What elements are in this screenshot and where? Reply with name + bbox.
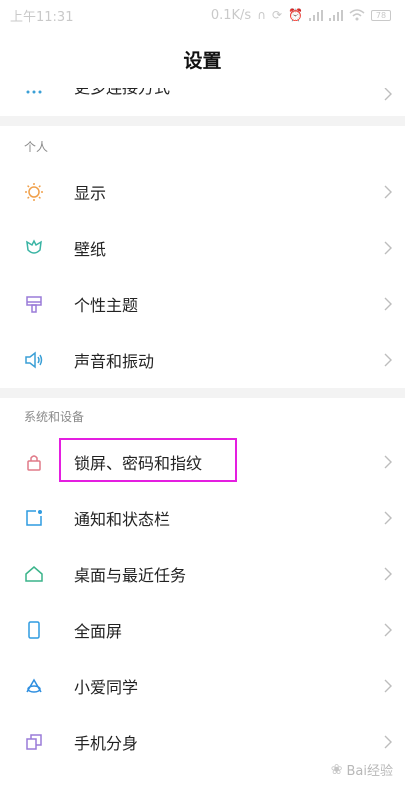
theme-brush-icon — [24, 294, 44, 314]
chevron-right-icon — [381, 452, 395, 472]
settings-item-label: 全面屏 — [74, 622, 123, 641]
chevron-right-icon — [381, 676, 395, 696]
status-icons: 0.1K/s ∩ ⟳ ⏰ 78 — [211, 8, 391, 23]
watermark: ❀ Bai经验 — [330, 760, 394, 780]
section-header-system: 系统和设备 — [24, 410, 85, 424]
chevron-right-icon — [381, 294, 395, 314]
chevron-right-icon — [381, 508, 395, 528]
chevron-right-icon — [381, 350, 395, 370]
watermark-text: Bai经验 — [346, 764, 394, 779]
chevron-right-icon — [381, 182, 395, 202]
home-icon — [24, 564, 44, 584]
settings-item-label: 通知和状态栏 — [74, 510, 171, 529]
speaker-icon — [24, 350, 44, 370]
page-title: 设置 — [183, 49, 222, 72]
battery-icon: 78 — [371, 9, 391, 21]
settings-item-label: 手机分身 — [74, 734, 139, 753]
status-bar: 上午11:31 0.1K/s ∩ ⟳ ⏰ 78 — [0, 0, 405, 30]
lock-icon — [24, 452, 44, 472]
section-header-personal: 个人 — [24, 140, 49, 154]
xiaoai-icon — [24, 676, 44, 696]
section-divider — [0, 388, 405, 398]
settings-item-label: 显示 — [74, 184, 107, 203]
alarm-icon: ⏰ — [288, 8, 303, 22]
status-time: 上午11:31 — [10, 9, 74, 25]
settings-item-fullscreen[interactable]: 全面屏 — [0, 602, 405, 658]
settings-item-label: 壁纸 — [74, 240, 107, 259]
settings-item-label: 个性主题 — [74, 296, 139, 315]
sun-icon — [24, 182, 44, 202]
chevron-right-icon — [381, 88, 395, 102]
settings-item-home-screen[interactable]: 桌面与最近任务 — [0, 546, 405, 602]
more-dots-icon — [24, 88, 44, 102]
chevron-right-icon — [381, 620, 395, 640]
signal-icon — [309, 9, 323, 21]
settings-item-display[interactable]: 显示 — [0, 164, 405, 220]
chevron-right-icon — [381, 732, 395, 752]
wifi-icon — [349, 9, 365, 21]
settings-item-label: 声音和振动 — [74, 352, 155, 371]
second-space-icon — [24, 732, 44, 752]
settings-item-sound[interactable]: 声音和振动 — [0, 332, 405, 388]
settings-item-notifications[interactable]: 通知和状态栏 — [0, 490, 405, 546]
section-divider — [0, 116, 405, 126]
settings-item-wallpaper[interactable]: 壁纸 — [0, 220, 405, 276]
fullscreen-phone-icon — [24, 620, 44, 640]
settings-item-xiaoai[interactable]: 小爱同学 — [0, 658, 405, 714]
net-speed: 0.1K/s — [210, 7, 252, 23]
sync-icon: ⟳ — [271, 8, 283, 22]
settings-item-more-connections[interactable]: 更多连接方式 — [0, 88, 405, 102]
signal-icon-2 — [329, 9, 343, 21]
headset-icon: ∩ — [257, 8, 266, 22]
chevron-right-icon — [381, 564, 395, 584]
notification-icon — [24, 508, 44, 528]
settings-item-label: 桌面与最近任务 — [74, 566, 187, 585]
baidu-paw-icon: ❀ — [330, 761, 343, 778]
settings-item-label: 小爱同学 — [74, 678, 139, 697]
settings-item-label: 更多连接方式 — [74, 88, 170, 98]
settings-item-theme[interactable]: 个性主题 — [0, 276, 405, 332]
chevron-right-icon — [381, 238, 395, 258]
wallpaper-tulip-icon — [24, 238, 44, 258]
highlight-annotation-box — [59, 438, 237, 482]
